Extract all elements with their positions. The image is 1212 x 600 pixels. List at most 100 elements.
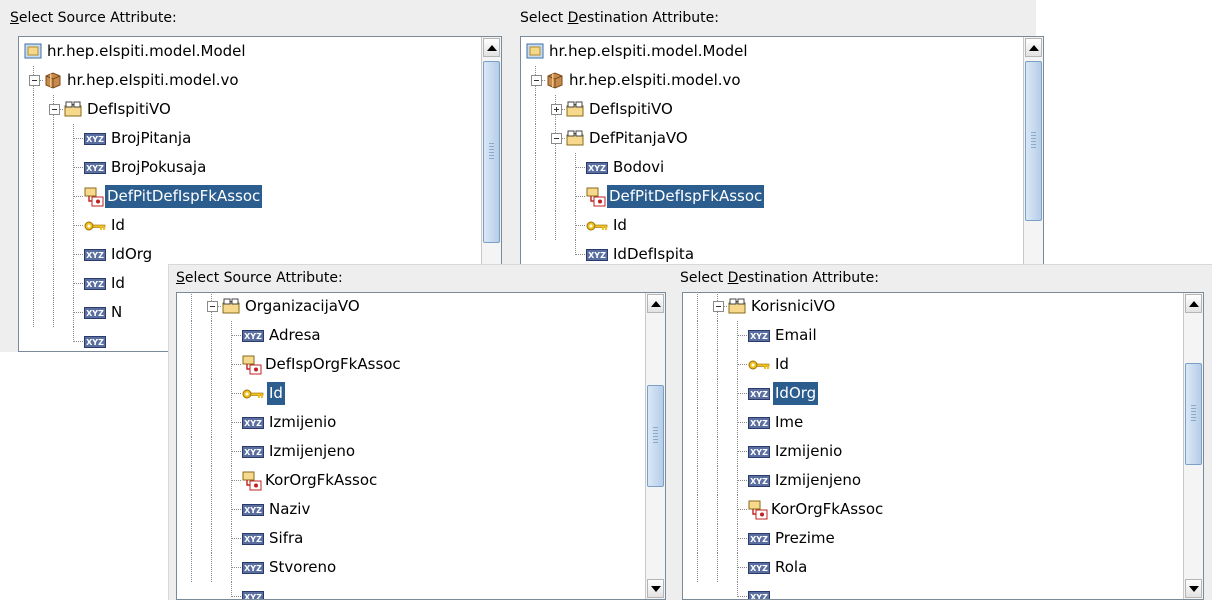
scroll-down-arrow-icon[interactable]	[1185, 579, 1202, 598]
tree-row-label[interactable]: KorOrgFkAssoc	[263, 469, 379, 492]
tree-row-label[interactable]: Sifra	[267, 527, 305, 550]
collapse-toggle-icon[interactable]	[713, 301, 724, 312]
tree-row[interactable]: hr.hep.eIspiti.model.Model	[521, 37, 1023, 66]
scroll-up-arrow-icon[interactable]	[647, 294, 664, 313]
tree-row-label[interactable]: Email	[773, 324, 819, 347]
tree-row[interactable]: DefPitDefIspFkAssoc	[521, 182, 1023, 211]
tree-row-label[interactable]: Bodovi	[611, 156, 666, 179]
tree-row-label[interactable]	[773, 585, 777, 599]
tree-row[interactable]: OrganizacijaVO	[177, 293, 645, 321]
scroll-down-arrow-icon[interactable]	[647, 579, 664, 598]
tree-row[interactable]: XYZ IdOrg	[683, 379, 1183, 408]
tree-row[interactable]: DefIspitiVO	[19, 95, 481, 124]
tree-row-label[interactable]: Stvoreno	[267, 556, 338, 579]
tree-row-label[interactable]: IdOrg	[773, 382, 819, 405]
tree-row[interactable]: hr.hep.eIspiti.model.Model	[19, 37, 481, 66]
tree-row[interactable]: hr.hep.eIspiti.model.vo	[19, 66, 481, 95]
tree-row-label[interactable]: Izmijenio	[773, 440, 844, 463]
vertical-scrollbar[interactable]	[1183, 293, 1203, 599]
tree-row-label[interactable]: OrganizacijaVO	[243, 295, 362, 318]
tree-row[interactable]: DefIspitiVO	[521, 95, 1023, 124]
tree-row[interactable]: XYZ Naziv	[177, 495, 645, 524]
tree-row[interactable]: XYZ Prezime	[683, 524, 1183, 553]
collapse-toggle-icon[interactable]	[531, 75, 542, 86]
tree-row-label[interactable]: Izmijenjeno	[267, 440, 357, 463]
tree-row-label[interactable]: Id	[611, 214, 629, 237]
tree-row-label[interactable]: IdOrg	[109, 243, 154, 266]
tree-row[interactable]: XYZ Adresa	[177, 321, 645, 350]
tree-row-label[interactable]: Id	[109, 272, 127, 295]
tree-row-label[interactable]: KorisniciVO	[749, 295, 837, 318]
scrollbar-thumb[interactable]	[483, 61, 500, 243]
tree-row[interactable]: XYZ Ime	[683, 408, 1183, 437]
tree-row-label[interactable]: Ime	[773, 411, 805, 434]
tree-row[interactable]: XYZ Bodovi	[521, 153, 1023, 182]
tree-row-label[interactable]	[109, 330, 113, 351]
tree-row[interactable]: DefPitanjaVO	[521, 124, 1023, 153]
tree-row[interactable]: XYZ	[683, 582, 1183, 599]
collapse-toggle-icon[interactable]	[551, 133, 562, 144]
tree-row-label[interactable]: Izmijenio	[267, 411, 338, 434]
tree-row[interactable]: XYZ Izmijenjeno	[177, 437, 645, 466]
tree-row-label[interactable]: hr.hep.eIspiti.model.vo	[567, 69, 743, 92]
tree-row[interactable]: XYZ Stvoreno	[177, 553, 645, 582]
tree-row[interactable]: Id	[521, 211, 1023, 240]
tree-row[interactable]: XYZ Sifra	[177, 524, 645, 553]
scrollbar-thumb[interactable]	[647, 385, 664, 487]
tree-row-label[interactable]: DefIspOrgFkAssoc	[263, 353, 403, 376]
tree-row-label[interactable]: DefPitDefIspFkAssoc	[105, 185, 263, 208]
collapse-toggle-icon[interactable]	[49, 104, 60, 115]
tree-row-label[interactable]: Prezime	[773, 527, 837, 550]
tree-row[interactable]: XYZ Izmijenio	[683, 437, 1183, 466]
tree-row[interactable]: DefIspOrgFkAssoc	[177, 350, 645, 379]
tree-row[interactable]: KorisniciVO	[683, 293, 1183, 321]
tree-row-label[interactable]: DefPitDefIspFkAssoc	[607, 185, 765, 208]
tree-row[interactable]: KorOrgFkAssoc	[683, 495, 1183, 524]
tree-row[interactable]: Id	[683, 350, 1183, 379]
tree-row-label[interactable]: Id	[267, 382, 285, 405]
tree-row[interactable]: XYZ Rola	[683, 553, 1183, 582]
tree-row-label[interactable]: IdDefIspita	[611, 243, 696, 265]
collapse-toggle-icon[interactable]	[207, 301, 218, 312]
tree-row[interactable]: XYZ	[177, 582, 645, 599]
tree-row-label[interactable]: hr.hep.eIspiti.model.vo	[65, 69, 241, 92]
tree-row[interactable]: XYZ Izmijenjeno	[683, 466, 1183, 495]
scroll-up-arrow-icon[interactable]	[1185, 294, 1202, 313]
tree-row[interactable]: XYZ IdDefIspita	[521, 240, 1023, 265]
collapse-toggle-icon[interactable]	[29, 75, 40, 86]
tree-row-label[interactable]: Naziv	[267, 498, 312, 521]
tree-row-label[interactable]: Rola	[773, 556, 809, 579]
tree-row-label[interactable]: hr.hep.eIspiti.model.Model	[547, 40, 750, 63]
tree-row[interactable]: XYZ BrojPokusaja	[19, 153, 481, 182]
expand-toggle-icon[interactable]	[551, 104, 562, 115]
tree-row[interactable]: XYZ BrojPitanja	[19, 124, 481, 153]
tree-row-label[interactable]: hr.hep.eIspiti.model.Model	[45, 40, 248, 63]
tree-row[interactable]: hr.hep.eIspiti.model.vo	[521, 66, 1023, 95]
tree-row-label[interactable]: Adresa	[267, 324, 323, 347]
scroll-up-arrow-icon[interactable]	[1025, 38, 1042, 57]
tree-row[interactable]: XYZ Email	[683, 321, 1183, 350]
scroll-up-arrow-icon[interactable]	[483, 38, 500, 57]
vertical-scrollbar[interactable]	[1023, 37, 1043, 265]
vertical-scrollbar[interactable]	[645, 293, 665, 599]
front-destination-tree[interactable]: KorisniciVO XYZ Email Id XYZ IdOrg XYZ Ime XYZ Iz…	[682, 292, 1204, 600]
tree-row-label[interactable]: DefIspitiVO	[85, 98, 173, 121]
scrollbar-thumb[interactable]	[1185, 363, 1202, 465]
tree-row-label[interactable]: DefPitanjaVO	[587, 127, 690, 150]
tree-row[interactable]: Id	[19, 211, 481, 240]
tree-row-label[interactable]: Izmijenjeno	[773, 469, 863, 492]
tree-row-label[interactable]	[267, 585, 271, 599]
tree-row-label[interactable]: Id	[109, 214, 127, 237]
tree-row[interactable]: DefPitDefIspFkAssoc	[19, 182, 481, 211]
tree-row[interactable]: Id	[177, 379, 645, 408]
tree-row-label[interactable]: KorOrgFkAssoc	[769, 498, 885, 521]
tree-row-label[interactable]: BrojPitanja	[109, 127, 193, 150]
tree-row-label[interactable]: N	[109, 301, 124, 324]
tree-row-label[interactable]: Id	[773, 353, 791, 376]
back-destination-tree[interactable]: hr.hep.eIspiti.model.Model hr.hep.eIspiti…	[520, 36, 1044, 266]
front-source-tree[interactable]: OrganizacijaVO XYZ Adresa DefIspOrgFkAssoc I…	[176, 292, 666, 600]
scrollbar-thumb[interactable]	[1025, 61, 1042, 221]
tree-row-label[interactable]: BrojPokusaja	[109, 156, 208, 179]
tree-row[interactable]: KorOrgFkAssoc	[177, 466, 645, 495]
tree-row-label[interactable]: DefIspitiVO	[587, 98, 675, 121]
